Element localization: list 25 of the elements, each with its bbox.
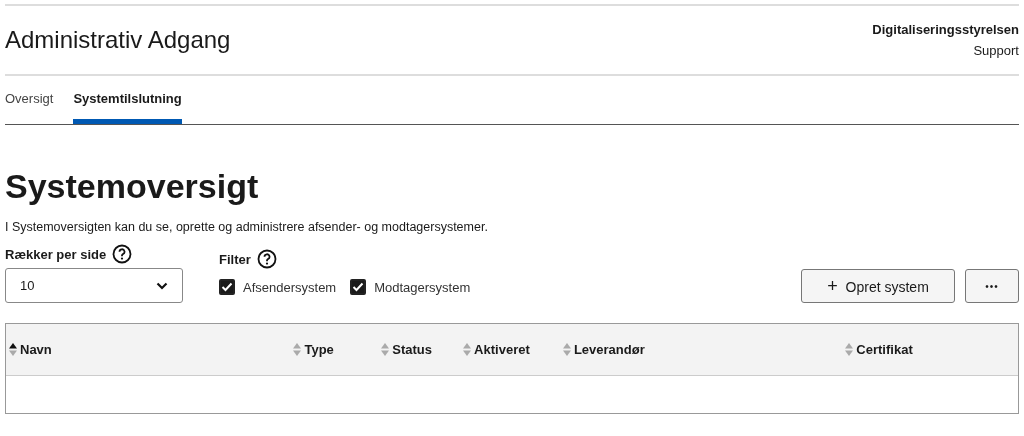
checkbox-label: Afsendersystem xyxy=(243,279,337,295)
page-description: I Systemoversigten kan du se, oprette og administrere afsender- og modtagersystemer. xyxy=(5,220,489,234)
create-system-button[interactable]: + Opret system xyxy=(801,269,955,303)
app-title: Administrativ Adgang xyxy=(5,26,231,54)
checkbox[interactable] xyxy=(350,279,367,295)
chevron-down-icon xyxy=(156,281,168,290)
more-options-button[interactable]: ••• xyxy=(965,269,1019,303)
tab[interactable]: Systemtilslutning xyxy=(73,76,182,124)
column-header[interactable]: Navn xyxy=(6,324,291,375)
rows-per-page-select[interactable]: 10 xyxy=(5,268,183,303)
help-icon[interactable] xyxy=(256,249,277,269)
organization-name: Digitaliseringsstyrelsen xyxy=(872,22,1019,37)
tab[interactable]: Oversigt xyxy=(5,76,54,124)
help-icon[interactable] xyxy=(112,244,133,264)
field-label: Rækker per side xyxy=(5,246,107,262)
page-heading: Systemoversigt xyxy=(5,167,260,206)
checkbox-label: Modtagersystem xyxy=(374,279,471,295)
filter-label: Filter xyxy=(219,251,251,267)
column-header[interactable]: Status xyxy=(378,324,461,375)
column-header[interactable]: Leverandør xyxy=(559,324,843,375)
column-header[interactable]: Aktiveret xyxy=(460,324,560,375)
column-header[interactable]: Certifikat xyxy=(842,324,1018,375)
column-header[interactable]: Type xyxy=(290,324,379,375)
support-link[interactable]: Support xyxy=(973,43,1019,58)
checkbox[interactable] xyxy=(219,279,235,295)
